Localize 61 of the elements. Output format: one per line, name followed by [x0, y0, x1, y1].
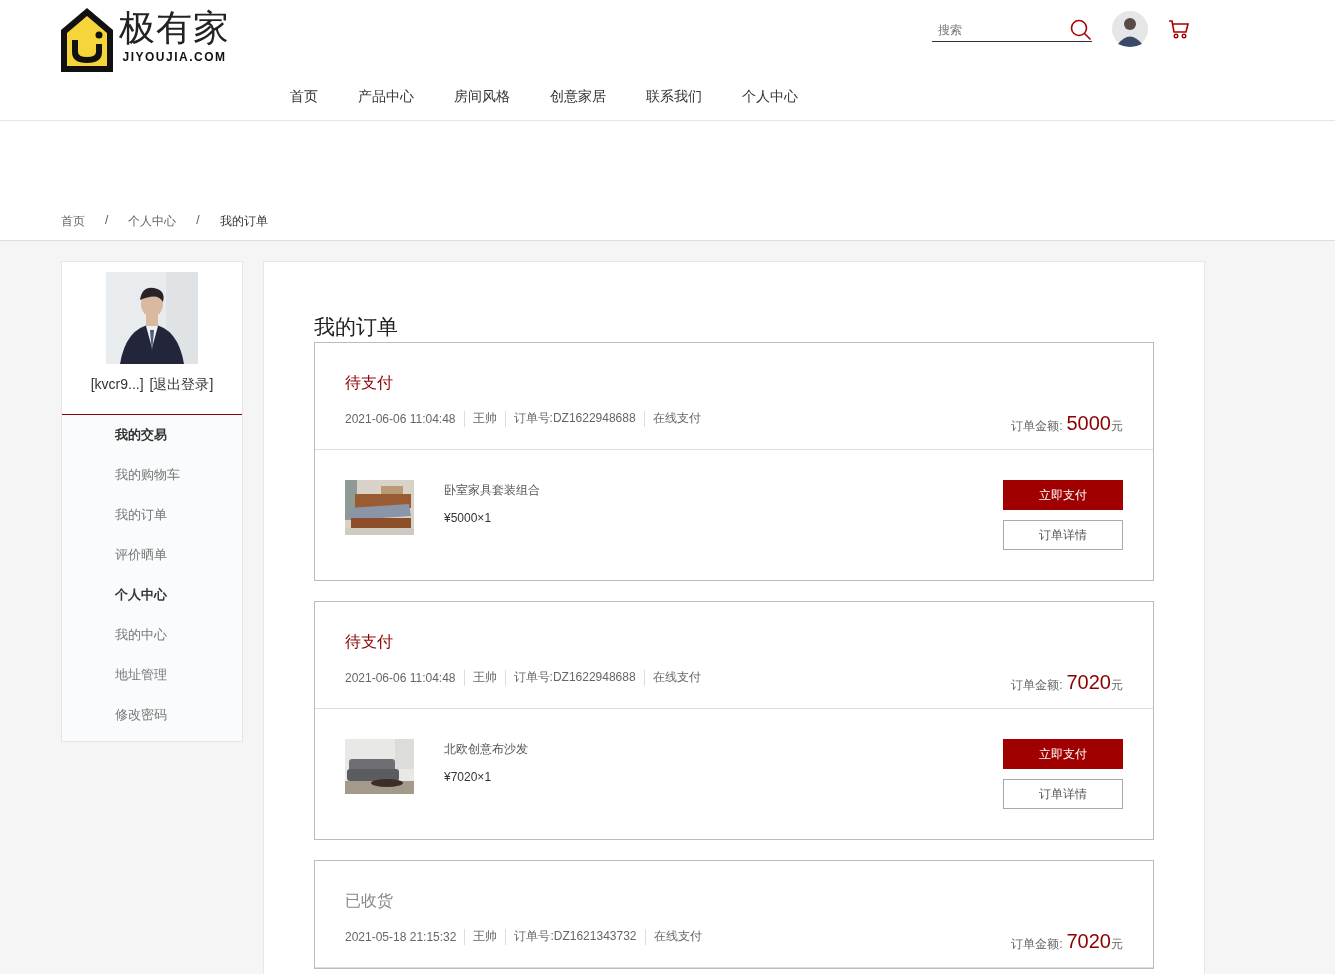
order-status: 待支付	[345, 632, 394, 652]
search-field[interactable]: 搜索	[932, 16, 1092, 42]
sidebar-item[interactable]: 我的订单	[115, 495, 242, 535]
page-title: 我的订单	[314, 314, 399, 340]
product-price: ¥5000×1	[444, 511, 493, 525]
sidebar-item[interactable]: 修改密码	[115, 695, 242, 735]
breadcrumb-link[interactable]: 首页	[61, 213, 85, 240]
order-time: 2021-06-06 11:04:48	[345, 670, 456, 685]
cart-icon[interactable]	[1168, 19, 1190, 39]
nav-link[interactable]: 创意家居	[550, 88, 606, 106]
breadcrumb-link[interactable]: 个人中心	[128, 213, 177, 240]
amount-label: 订单金额:	[1011, 418, 1063, 435]
sidebar-item[interactable]: 地址管理	[115, 655, 242, 695]
logo-icon	[61, 8, 113, 72]
currency-unit: 元	[1111, 418, 1123, 435]
buyer-name: 王帅	[473, 928, 498, 945]
buyer-name: 王帅	[472, 669, 497, 686]
order-time: 2021-06-06 11:04:48	[345, 411, 456, 426]
nav-link[interactable]: 房间风格	[454, 88, 510, 106]
nav-link[interactable]: 个人中心	[742, 88, 798, 106]
amount-label: 订单金额:	[1011, 677, 1063, 694]
payment-method: 在线支付	[652, 410, 701, 427]
order-status: 待支付	[345, 373, 394, 393]
product-price: ¥7020×1	[444, 770, 493, 784]
payment-method: 在线支付	[653, 928, 702, 945]
order-number: 订单号:DZ1622948688	[513, 410, 636, 427]
order-number: 订单号:DZ1621343732	[514, 928, 637, 945]
currency-unit: 元	[1111, 677, 1123, 694]
product-name[interactable]: 北欧创意布沙发	[444, 741, 1003, 758]
order-amount: 5000	[1066, 412, 1111, 435]
order-number: 订单号:DZ1622948688	[513, 669, 636, 686]
nav-link[interactable]: 首页	[290, 88, 318, 106]
currency-unit: 元	[1111, 936, 1123, 953]
breadcrumb-separator: /	[105, 213, 109, 229]
buyer-name: 王帅	[472, 410, 497, 427]
breadcrumb-current: 我的订单	[219, 213, 268, 230]
order-amount: 7020	[1066, 671, 1111, 694]
logout-link[interactable]: [退出登录]	[149, 376, 214, 394]
product-name[interactable]: 卧室家具套装组合	[444, 482, 1003, 499]
nav-link[interactable]: 产品中心	[358, 88, 414, 106]
details-button[interactable]: 订单详情	[1003, 520, 1123, 550]
order-time: 2021-05-18 21:15:32	[345, 929, 457, 944]
details-button[interactable]: 订单详情	[1003, 779, 1123, 809]
logo-domain: JIYOUJIA.COM	[122, 50, 227, 64]
nav-link[interactable]: 联系我们	[646, 88, 702, 106]
pay-button[interactable]: 立即支付	[1003, 739, 1123, 769]
logo-name: 极有家	[119, 8, 230, 48]
username-link[interactable]: [kvcr9...]	[90, 376, 144, 394]
amount-label: 订单金额:	[1011, 936, 1063, 953]
sidebar-item[interactable]: 我的购物车	[115, 455, 242, 495]
order-amount: 7020	[1066, 930, 1111, 953]
order-status: 已收货	[345, 891, 394, 911]
sidebar-item[interactable]: 我的中心	[115, 615, 242, 655]
breadcrumb-separator: /	[196, 213, 200, 229]
payment-method: 在线支付	[652, 669, 701, 686]
avatar[interactable]	[1112, 11, 1148, 47]
search-icon[interactable]	[1070, 18, 1092, 41]
sidebar-heading: 我的交易	[115, 426, 168, 444]
sidebar-heading: 个人中心	[115, 586, 168, 604]
pay-button[interactable]: 立即支付	[1003, 480, 1123, 510]
sidebar-item[interactable]: 评价晒单	[115, 535, 242, 575]
